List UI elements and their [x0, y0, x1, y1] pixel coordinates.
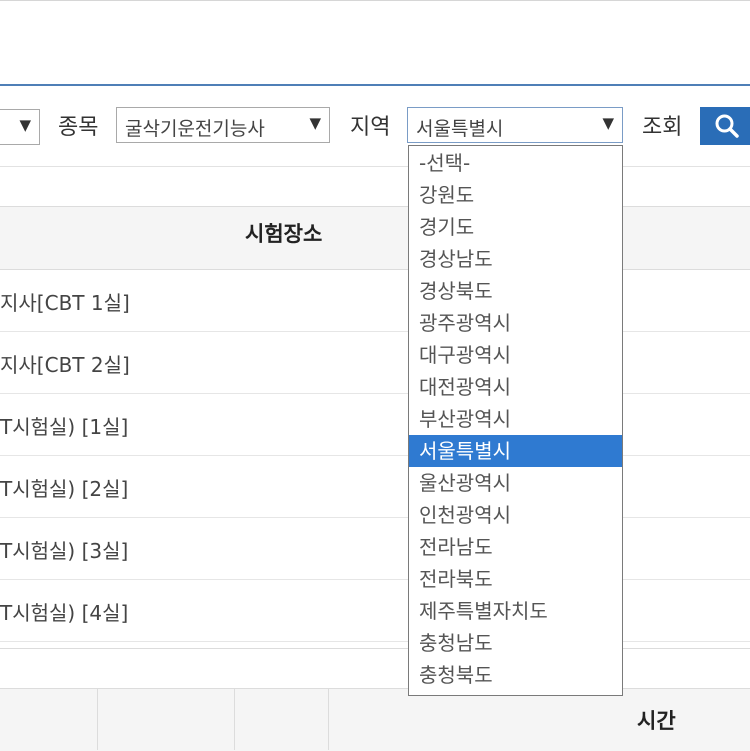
- chevron-down-icon: ▼: [602, 114, 614, 132]
- header-test-location: 시험장소: [245, 222, 323, 246]
- table-header: [0, 206, 750, 270]
- table-row[interactable]: T시험실) [4실]: [0, 579, 750, 642]
- table2-column-divider: [97, 688, 98, 750]
- row-location: T시험실) [4실]: [0, 601, 129, 625]
- dropdown-option[interactable]: 대구광역시: [409, 339, 622, 371]
- table-row[interactable]: 지사[CBT 2실]: [0, 331, 750, 394]
- dropdown-option[interactable]: 대전광역시: [409, 371, 622, 403]
- region-select[interactable]: 서울특별시 ▼: [407, 107, 623, 143]
- dropdown-option[interactable]: 제주특별자치도: [409, 595, 622, 627]
- dropdown-option[interactable]: 경기도: [409, 211, 622, 243]
- search-icon: [715, 114, 739, 138]
- search-button[interactable]: [700, 107, 750, 145]
- dropdown-option[interactable]: 울산광역시: [409, 467, 622, 499]
- dropdown-option[interactable]: 경상남도: [409, 243, 622, 275]
- region-value: 서울특별시: [416, 118, 504, 140]
- region-label: 지역: [350, 115, 391, 140]
- search-label: 조회: [642, 115, 683, 140]
- jongmok-label: 종목: [58, 115, 99, 140]
- dropdown-option[interactable]: 전라북도: [409, 563, 622, 595]
- dropdown-option[interactable]: -선택-: [409, 147, 622, 179]
- section-divider: [0, 648, 750, 649]
- row-location: 지사[CBT 1실]: [0, 291, 130, 315]
- left-select[interactable]: ▼: [0, 109, 40, 145]
- dropdown-option[interactable]: 충청남도: [409, 627, 622, 659]
- dropdown-option[interactable]: 경상북도: [409, 275, 622, 307]
- dropdown-option-selected[interactable]: 서울특별시: [409, 435, 622, 467]
- dropdown-option[interactable]: 광주광역시: [409, 307, 622, 339]
- row-location: 지사[CBT 2실]: [0, 353, 130, 377]
- dropdown-option[interactable]: 인천광역시: [409, 499, 622, 531]
- table-row[interactable]: T시험실) [1실]: [0, 393, 750, 456]
- chevron-down-icon: ▼: [19, 116, 31, 134]
- table2-column-divider: [328, 688, 329, 750]
- row-location: T시험실) [2실]: [0, 477, 129, 501]
- dropdown-option[interactable]: 강원도: [409, 179, 622, 211]
- row-location: T시험실) [1실]: [0, 415, 129, 439]
- chevron-down-icon: ▼: [309, 114, 321, 132]
- table-row[interactable]: T시험실) [2실]: [0, 455, 750, 518]
- dropdown-option[interactable]: 전라남도: [409, 531, 622, 563]
- region-dropdown-list: -선택- 강원도 경기도 경상남도 경상북도 광주광역시 대구광역시 대전광역시…: [408, 145, 623, 696]
- table2-column-divider: [234, 688, 235, 750]
- table-row[interactable]: 지사[CBT 1실]: [0, 269, 750, 332]
- header-time: 시간: [637, 709, 676, 733]
- top-blank-area: [0, 0, 750, 85]
- dropdown-option[interactable]: 충청북도: [409, 659, 622, 691]
- row-location: T시험실) [3실]: [0, 539, 129, 563]
- table-row[interactable]: T시험실) [3실]: [0, 517, 750, 580]
- dropdown-option[interactable]: 부산광역시: [409, 403, 622, 435]
- filter-divider: [0, 166, 750, 167]
- jongmok-select[interactable]: 굴삭기운전기능사 ▼: [116, 107, 330, 143]
- jongmok-value: 굴삭기운전기능사: [125, 118, 265, 140]
